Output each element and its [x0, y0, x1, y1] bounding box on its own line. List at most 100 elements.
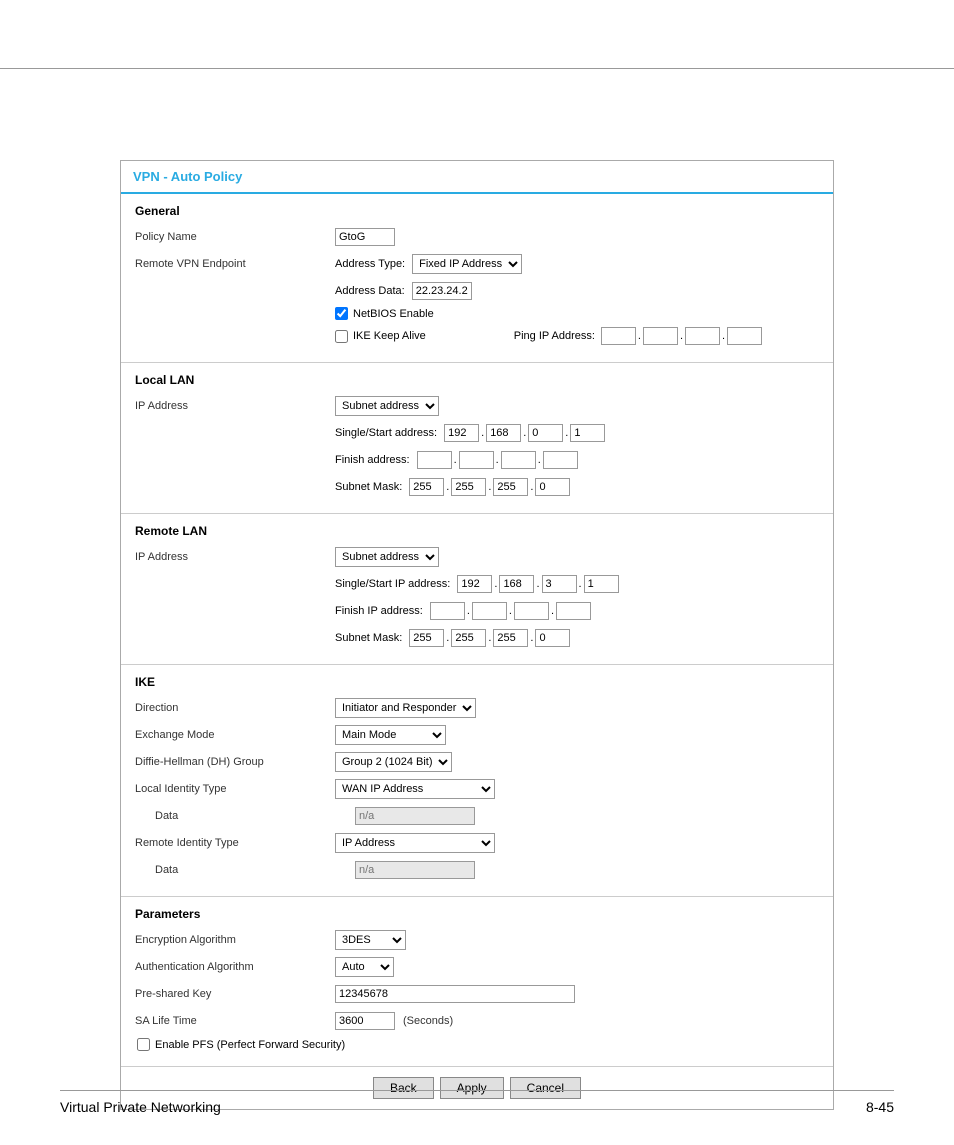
footer-left-text: Virtual Private Networking — [60, 1099, 221, 1115]
local-finish-ip-4[interactable] — [543, 451, 578, 469]
ike-remote-data-row: Data — [135, 859, 819, 881]
address-type-select[interactable]: Fixed IP Address FQDN — [412, 254, 522, 274]
local-ip-type-row: IP Address Subnet address Single address — [135, 395, 819, 417]
footer-right-text: 8-45 — [866, 1099, 894, 1115]
ike-remote-data-control — [355, 861, 819, 879]
local-mask-ip-2[interactable] — [451, 478, 486, 496]
local-mask-ip-4[interactable] — [535, 478, 570, 496]
auth-control: Auto MD5 SHA-1 — [335, 957, 819, 977]
local-mask-label: Subnet Mask: — [335, 481, 402, 493]
local-start-ip-3[interactable] — [528, 424, 563, 442]
auth-label: Authentication Algorithm — [135, 961, 335, 973]
remote-mask-control: Subnet Mask: . . . — [335, 629, 819, 647]
encryption-label: Encryption Algorithm — [135, 934, 335, 946]
ike-keepalive-label: IKE Keep Alive — [353, 330, 426, 342]
ike-local-identity-label: Local Identity Type — [135, 783, 335, 795]
ike-dh-label: Diffie-Hellman (DH) Group — [135, 756, 335, 768]
local-start-ip-1[interactable] — [444, 424, 479, 442]
local-start-control: Single/Start address: . . . — [335, 424, 819, 442]
general-section-title: General — [135, 204, 819, 218]
ike-local-identity-select[interactable]: WAN IP Address FQDN IP Address — [335, 779, 495, 799]
remote-vpn-control: Address Type: Fixed IP Address FQDN — [335, 254, 819, 274]
remote-mask-ip-1[interactable] — [409, 629, 444, 647]
ike-local-data-input[interactable] — [355, 807, 475, 825]
ike-section: IKE Direction Initiator and Responder In… — [121, 665, 833, 897]
remote-lan-title: Remote LAN — [135, 524, 819, 538]
address-data-input[interactable] — [412, 282, 472, 300]
remote-vpn-row: Remote VPN Endpoint Address Type: Fixed … — [135, 253, 819, 275]
remote-start-ip-4[interactable] — [584, 575, 619, 593]
address-type-label: Address Type: — [335, 258, 405, 270]
remote-ip-label: IP Address — [135, 551, 335, 563]
auth-select[interactable]: Auto MD5 SHA-1 — [335, 957, 394, 977]
remote-finish-row: Finish IP address: . . . — [135, 600, 819, 622]
ping-ip-3[interactable] — [685, 327, 720, 345]
local-finish-ip-2[interactable] — [459, 451, 494, 469]
remote-subnet-select[interactable]: Subnet address Single address — [335, 547, 439, 567]
remote-finish-label: Finish IP address: — [335, 605, 423, 617]
remote-mask-ip-4[interactable] — [535, 629, 570, 647]
remote-mask-label: Subnet Mask: — [335, 632, 402, 644]
remote-start-row: Single/Start IP address: . . . — [135, 573, 819, 595]
preshared-input[interactable] — [335, 985, 575, 1003]
netbios-row: NetBIOS Enable — [135, 307, 819, 320]
pfs-checkbox[interactable] — [137, 1038, 150, 1051]
ping-ip-4[interactable] — [727, 327, 762, 345]
remote-finish-ip-3[interactable] — [514, 602, 549, 620]
ike-direction-select[interactable]: Initiator and Responder Initiator Only R… — [335, 698, 476, 718]
remote-finish-ip-4[interactable] — [556, 602, 591, 620]
local-mask-ip-3[interactable] — [493, 478, 528, 496]
ike-dh-select[interactable]: Group 2 (1024 Bit) Group 1 (768 Bit) Gro… — [335, 752, 452, 772]
remote-finish-ip-1[interactable] — [430, 602, 465, 620]
ike-remote-identity-control: IP Address FQDN — [335, 833, 819, 853]
local-start-ip-4[interactable] — [570, 424, 605, 442]
ike-keepalive-checkbox[interactable] — [335, 330, 348, 343]
local-start-ip-2[interactable] — [486, 424, 521, 442]
sa-lifetime-input[interactable] — [335, 1012, 395, 1030]
address-data-row: Address Data: — [135, 280, 819, 302]
local-lan-section: Local LAN IP Address Subnet address Sing… — [121, 363, 833, 514]
preshared-label: Pre-shared Key — [135, 988, 335, 1000]
remote-finish-ip-2[interactable] — [472, 602, 507, 620]
local-finish-ip-1[interactable] — [417, 451, 452, 469]
ike-remote-data-label: Data — [135, 864, 355, 876]
remote-ip-type-row: IP Address Subnet address Single address — [135, 546, 819, 568]
ike-direction-label: Direction — [135, 702, 335, 714]
netbios-label: NetBIOS Enable — [353, 308, 434, 320]
local-mask-ip-1[interactable] — [409, 478, 444, 496]
top-rule — [0, 68, 954, 69]
address-data-label: Address Data: — [335, 285, 405, 297]
local-lan-title: Local LAN — [135, 373, 819, 387]
remote-mask-ip-3[interactable] — [493, 629, 528, 647]
netbios-checkbox[interactable] — [335, 307, 348, 320]
encryption-control: 3DES DES AES-128 AES-192 AES-256 — [335, 930, 819, 950]
ike-local-identity-control: WAN IP Address FQDN IP Address — [335, 779, 819, 799]
pfs-label: Enable PFS (Perfect Forward Security) — [155, 1039, 345, 1051]
policy-name-control — [335, 228, 819, 246]
ike-exchange-select[interactable]: Main Mode Aggressive Mode — [335, 725, 446, 745]
preshared-row: Pre-shared Key — [135, 983, 819, 1005]
ike-exchange-label: Exchange Mode — [135, 729, 335, 741]
ike-remote-identity-label: Remote Identity Type — [135, 837, 335, 849]
remote-start-ip-1[interactable] — [457, 575, 492, 593]
seconds-label: (Seconds) — [403, 1015, 453, 1027]
general-section: General Policy Name Remote VPN Endpoint … — [121, 194, 833, 363]
ike-remote-data-input[interactable] — [355, 861, 475, 879]
encryption-select[interactable]: 3DES DES AES-128 AES-192 AES-256 — [335, 930, 406, 950]
sa-lifetime-control: (Seconds) — [335, 1012, 819, 1030]
policy-name-input[interactable] — [335, 228, 395, 246]
remote-start-ip-3[interactable] — [542, 575, 577, 593]
ping-ip-2[interactable] — [643, 327, 678, 345]
local-finish-ip-3[interactable] — [501, 451, 536, 469]
remote-start-ip-2[interactable] — [499, 575, 534, 593]
ping-ip-group: . . . — [601, 327, 762, 345]
ping-ip-1[interactable] — [601, 327, 636, 345]
local-subnet-select[interactable]: Subnet address Single address — [335, 396, 439, 416]
remote-mask-ip: . . . — [409, 629, 570, 647]
ike-dh-row: Diffie-Hellman (DH) Group Group 2 (1024 … — [135, 751, 819, 773]
parameters-section: Parameters Encryption Algorithm 3DES DES… — [121, 897, 833, 1067]
remote-mask-ip-2[interactable] — [451, 629, 486, 647]
ike-remote-identity-select[interactable]: IP Address FQDN — [335, 833, 495, 853]
ike-exchange-control: Main Mode Aggressive Mode — [335, 725, 819, 745]
ike-direction-control: Initiator and Responder Initiator Only R… — [335, 698, 819, 718]
